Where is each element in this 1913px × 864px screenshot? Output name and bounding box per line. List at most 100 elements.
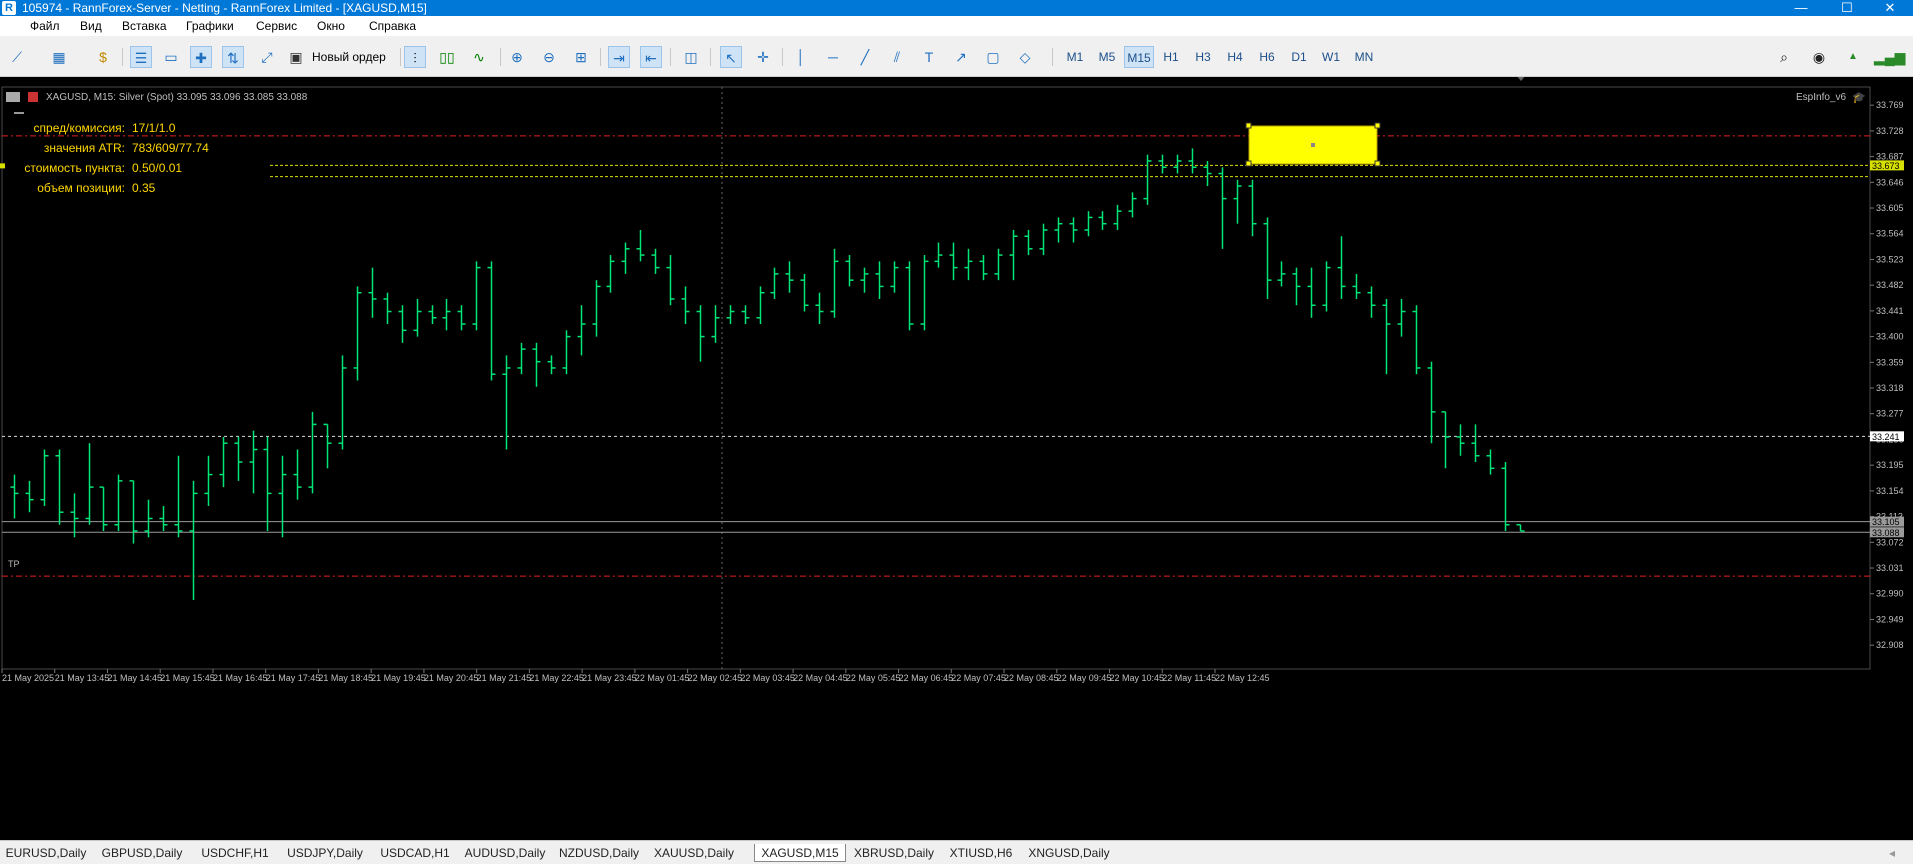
line-chart-icon[interactable]: ⟋ [6, 46, 28, 68]
menu-file[interactable]: Файл [30, 19, 60, 33]
tf-m5[interactable]: M5 [1094, 46, 1120, 68]
screenshot-icon[interactable]: ◫ [680, 46, 702, 68]
tf-w1[interactable]: W1 [1318, 46, 1344, 68]
tf-h4[interactable]: H4 [1222, 46, 1248, 68]
tf-h3[interactable]: H3 [1190, 46, 1216, 68]
time-tick-label: 21 May 21:45 [477, 673, 532, 683]
chart-canvas[interactable]: XAGUSD, M15: Silver (Spot) 33.095 33.096… [0, 75, 1913, 840]
menu-help[interactable]: Справка [369, 19, 416, 33]
menu-insert[interactable]: Вставка [122, 19, 167, 33]
price-tick-label: 33.523 [1876, 254, 1904, 264]
minimize-button[interactable]: — [1778, 0, 1824, 16]
time-tick-label: 22 May 08:45 [1004, 673, 1059, 683]
rect-handle-bl[interactable] [1245, 160, 1252, 167]
app-icon: R [2, 1, 16, 15]
price-tick-label: 33.400 [1876, 332, 1904, 342]
trendline-icon[interactable]: ╱ [854, 46, 876, 68]
price-tick-label: 33.646 [1876, 177, 1904, 187]
tab-audusd-daily[interactable]: AUDUSD,Daily [462, 844, 548, 862]
zoom-in-icon[interactable]: ⊕ [506, 46, 528, 68]
price-tick-label: 33.728 [1876, 126, 1904, 136]
chart-template-icon[interactable]: ▦ [48, 46, 70, 68]
horizontal-line-icon[interactable]: ─ [822, 46, 844, 68]
menu-bar: Файл Вид Вставка Графики Сервис Окно Спр… [0, 16, 1913, 36]
time-tick-label: 21 May 23:45 [582, 673, 637, 683]
price-tag-white: 33.241 [1872, 432, 1900, 442]
tab-usdjpy-daily[interactable]: USDJPY,Daily [282, 844, 368, 862]
tab-usdcad-h1[interactable]: USDCAD,H1 [376, 844, 454, 862]
close-button[interactable]: ✕ [1867, 0, 1913, 16]
time-tick-label: 21 May 14:45 [107, 673, 162, 683]
shapes-icon[interactable]: ◇ [1014, 46, 1036, 68]
info-value-point-value: 0.50/0.01 [132, 161, 182, 175]
candlestick-icon[interactable]: ▯▯ [436, 46, 458, 68]
chart-menu-icon[interactable] [6, 92, 20, 102]
channel-icon[interactable]: ⫽ [886, 46, 908, 68]
tf-m15[interactable]: M15 [1124, 46, 1154, 68]
money-icon[interactable]: $ [92, 46, 114, 68]
tab-nzdusd-daily[interactable]: NZDUSD,Daily [556, 844, 642, 862]
market-watch-icon[interactable]: ☰ [130, 46, 152, 68]
price-tick-label: 33.072 [1876, 537, 1904, 547]
rect-handle-tr[interactable] [1374, 122, 1381, 129]
window-title: 105974 - RannForex-Server - Netting - Ra… [22, 1, 427, 15]
menu-charts[interactable]: Графики [186, 19, 234, 33]
new-order-icon[interactable]: ▣ [288, 46, 304, 68]
tf-h1[interactable]: H1 [1158, 46, 1184, 68]
info-value-spread: 17/1/1.0 [132, 121, 176, 135]
time-tick-label: 21 May 22:45 [529, 673, 584, 683]
account-icon[interactable]: ◉ [1808, 46, 1830, 68]
tab-xtiusd-h6[interactable]: XTIUSD,H6 [946, 844, 1016, 862]
tab-xagusd-m15[interactable]: XAGUSD,M15 [754, 844, 846, 862]
time-tick-label: 21 May 2025 [2, 673, 54, 683]
arrow-icon[interactable]: ↗ [950, 46, 972, 68]
time-tick-label: 21 May 16:45 [213, 673, 268, 683]
line-type-icon[interactable]: ∿ [468, 46, 490, 68]
menu-window[interactable]: Окно [317, 19, 345, 33]
navigator-icon[interactable]: ▭ [160, 46, 182, 68]
autoscroll-icon[interactable]: ⇥ [608, 46, 630, 68]
indicator-name: EspInfo_v6 [1796, 92, 1846, 103]
price-tick-label: 33.564 [1876, 229, 1904, 239]
rect-handle-center[interactable] [1311, 143, 1315, 147]
bar-chart-icon[interactable]: ⫶ [404, 46, 426, 68]
tf-mn[interactable]: MN [1350, 46, 1378, 68]
rect-handle-br[interactable] [1374, 160, 1381, 167]
tf-m1[interactable]: M1 [1062, 46, 1088, 68]
expand-icon[interactable]: ⤢ [256, 46, 278, 68]
info-value-atr: 783/609/77.74 [132, 141, 209, 155]
algo-trading-icon[interactable]: ⇅ [222, 46, 244, 68]
crosshair-icon[interactable]: ✛ [752, 46, 774, 68]
tf-h6[interactable]: H6 [1254, 46, 1280, 68]
new-order-button[interactable]: Новый ордер [312, 46, 386, 68]
tab-xbrusd-daily[interactable]: XBRUSD,Daily [850, 844, 938, 862]
rectangle-icon[interactable]: ▢ [982, 46, 1004, 68]
cursor-icon[interactable]: ↖ [720, 46, 742, 68]
time-tick-label: 22 May 05:45 [846, 673, 901, 683]
tab-eurusd-daily[interactable]: EURUSD,Daily [4, 844, 88, 862]
text-icon[interactable]: T [918, 46, 940, 68]
time-tick-label: 21 May 15:45 [160, 673, 215, 683]
chart-shift-icon[interactable]: ⇤ [640, 46, 662, 68]
tab-usdchf-h1[interactable]: USDCHF,H1 [196, 844, 274, 862]
search-icon[interactable]: ⌕ [1773, 46, 1795, 68]
tab-gbpusd-daily[interactable]: GBPUSD,Daily [99, 844, 185, 862]
toolbar: ⟋ ▦ $ ☰ ▭ ✚ ⇅ ⤢ ▣ Новый ордер ⫶ ▯▯ ∿ ⊕ ⊖… [0, 36, 1913, 77]
grid-icon[interactable]: ⊞ [570, 46, 592, 68]
crosshair-add-icon[interactable]: ✚ [190, 46, 212, 68]
tab-xauusd-daily[interactable]: XAUUSD,Daily [652, 844, 736, 862]
scroll-left-icon[interactable]: ◂ [1882, 844, 1902, 862]
info-label-spread: спред/комиссия: [34, 121, 125, 135]
zoom-out-icon[interactable]: ⊖ [538, 46, 560, 68]
menu-tools[interactable]: Сервис [256, 19, 297, 33]
menu-view[interactable]: Вид [80, 19, 102, 33]
price-tick-label: 33.195 [1876, 460, 1904, 470]
vertical-line-icon[interactable]: │ [790, 46, 812, 68]
tf-d1[interactable]: D1 [1286, 46, 1312, 68]
price-tag-bid: 33.105 [1872, 517, 1900, 527]
maximize-button[interactable]: ☐ [1824, 0, 1870, 16]
rect-handle-tl[interactable] [1245, 122, 1252, 129]
price-tick-label: 33.441 [1876, 306, 1904, 316]
tab-xngusd-daily[interactable]: XNGUSD,Daily [1026, 844, 1112, 862]
price-chart[interactable]: XAGUSD, M15: Silver (Spot) 33.095 33.096… [0, 75, 1913, 840]
